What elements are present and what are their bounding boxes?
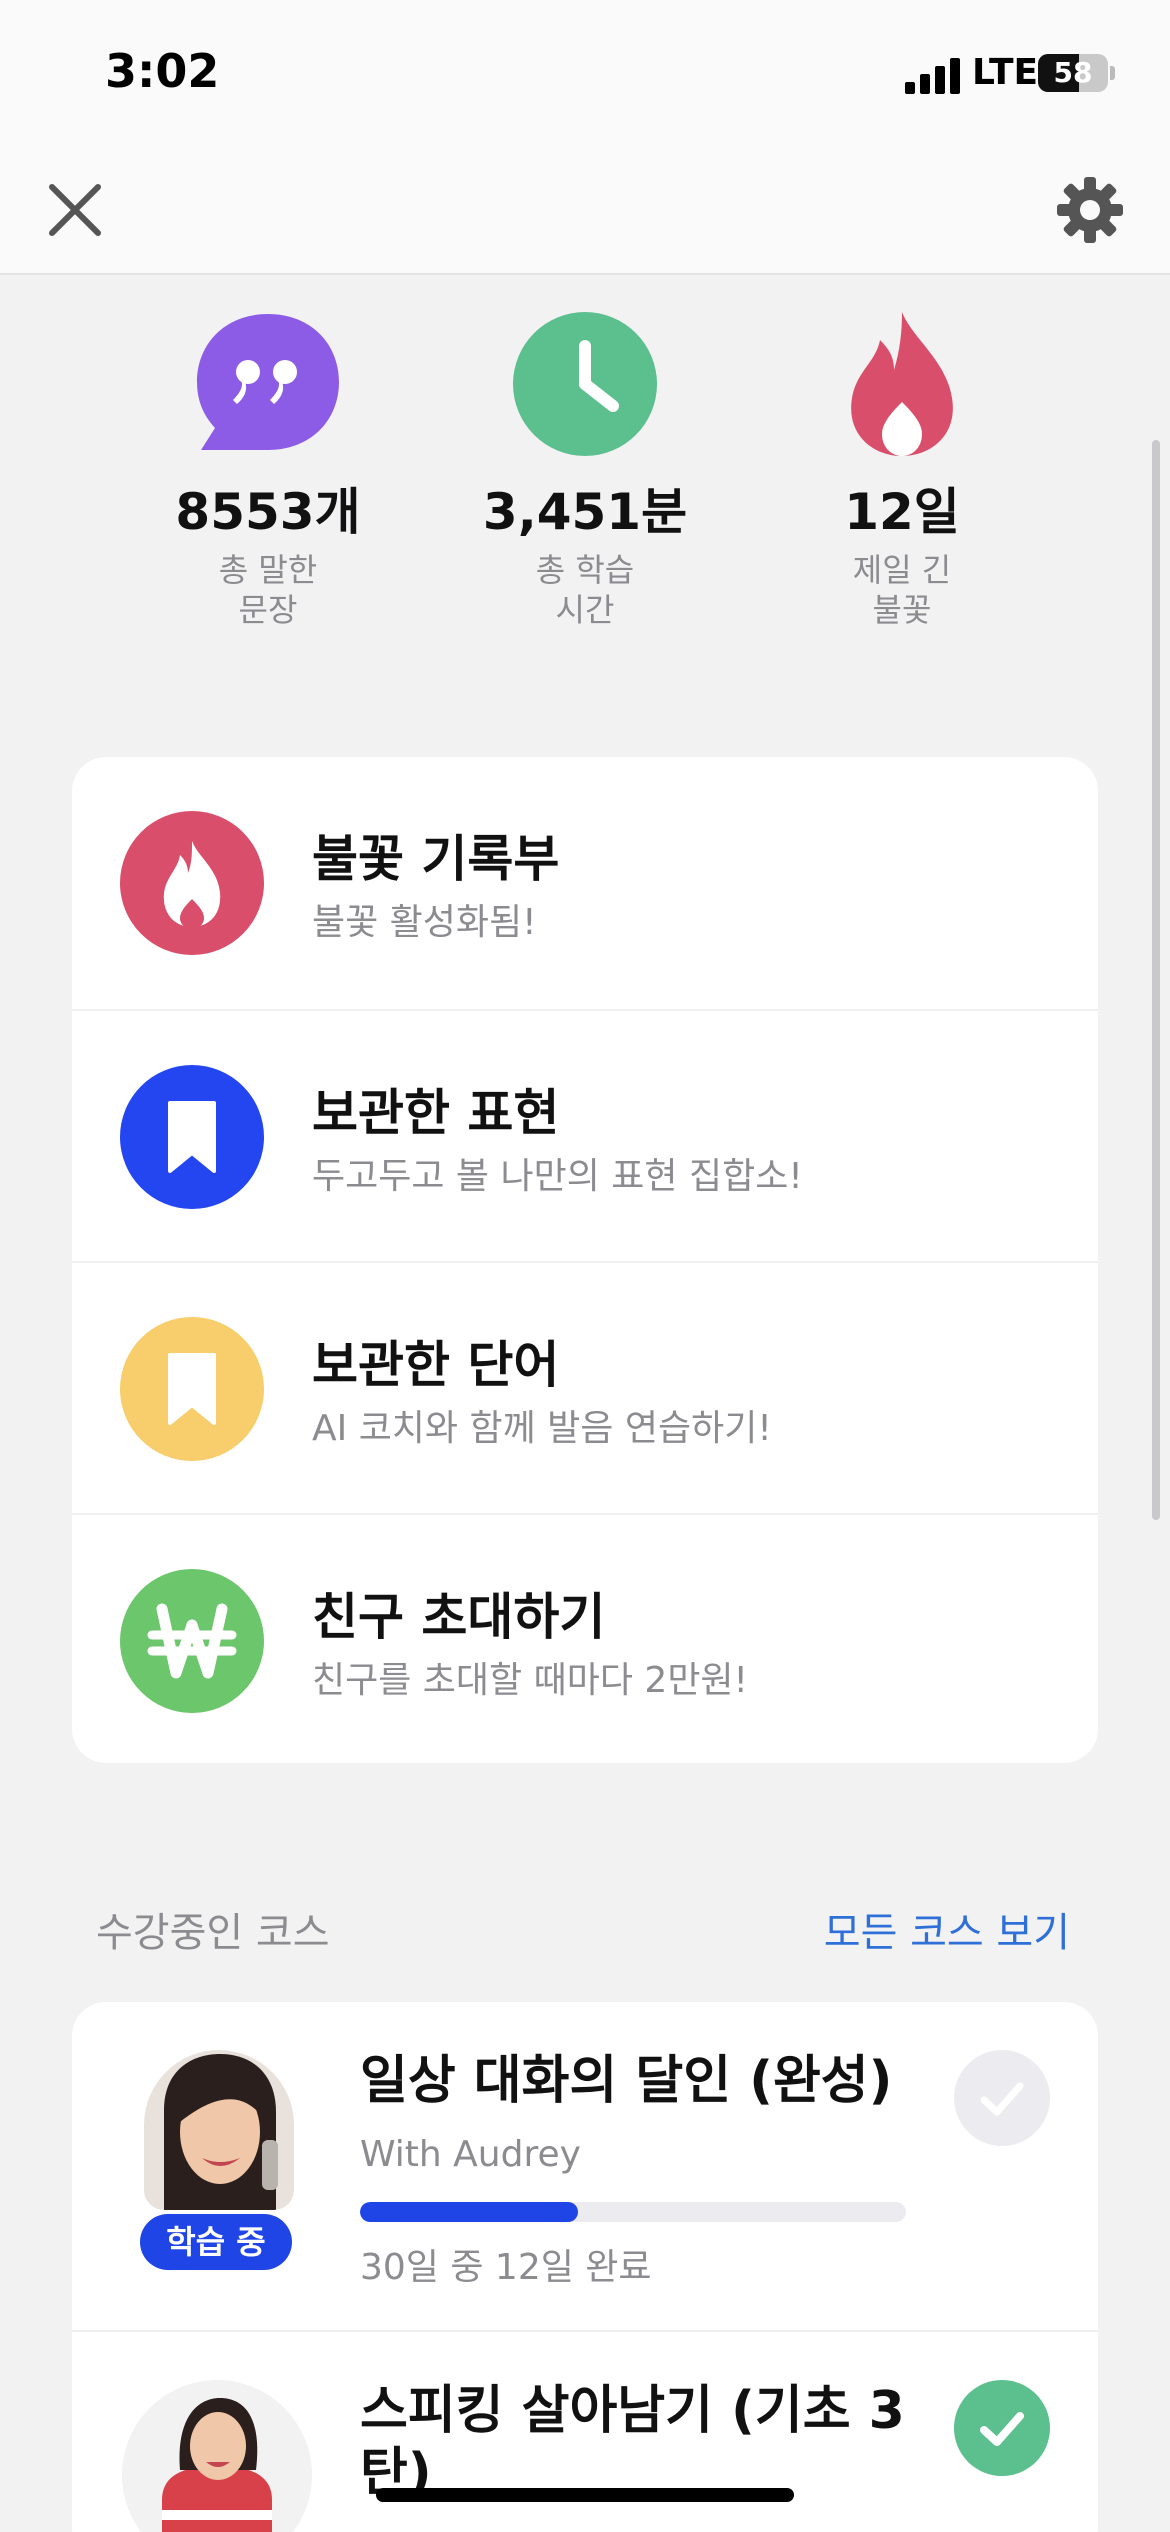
quote-bubble-icon [197,314,339,450]
view-all-courses-link[interactable]: 모든 코스 보기 [824,1900,1070,1958]
stat-label: 총 말한 문장 [218,551,318,629]
section-title: 수강중인 코스 [96,1910,330,1956]
course-title: 일상 대화의 달인 (완성) [360,2051,893,2111]
top-bar [0,150,1170,275]
course-progress-text: 30일 중 12일 완료 [360,2247,652,2288]
teacher-photo [122,2380,312,2532]
bookmark-icon [120,1317,264,1461]
home-indicator [376,2488,794,2502]
learning-badge: 학습 중 [140,2214,292,2270]
menu-item-subtitle: AI 코치와 함께 발음 연습하기! [312,1408,772,1449]
course-item[interactable]: 학습 중 일상 대화의 달인 (완성) With Audrey 30일 중 12… [72,2002,1098,2330]
menu-item-title: 보관한 단어 [312,1336,560,1394]
course-list: 학습 중 일상 대화의 달인 (완성) With Audrey 30일 중 12… [72,2002,1098,2532]
menu-item-subtitle: 불꽃 활성화됨! [312,902,537,943]
close-icon [49,184,101,236]
course-title: 스피킹 살아남기 (기초 3탄) [360,2381,905,2503]
course-teacher: With Audrey [360,2134,581,2175]
menu-item-subtitle: 두고두고 볼 나만의 표현 집합소! [312,1156,803,1197]
menu-item-title: 보관한 표현 [312,1084,560,1142]
menu-item-saved-expressions[interactable]: 보관한 표현 두고두고 볼 나만의 표현 집합소! [72,1009,1098,1261]
stat-value: 8553개 [175,483,361,541]
menu-item-invite-friends[interactable]: 친구 초대하기 친구를 초대할 때마다 2만원! [72,1513,1098,1763]
signal-icon [905,58,965,94]
settings-button[interactable] [1055,175,1125,245]
check-icon [980,2412,1024,2446]
scrollbar[interactable] [1152,440,1160,1520]
stat-label: 제일 긴 불꽃 [852,551,952,629]
menu-item-saved-words[interactable]: 보관한 단어 AI 코치와 함께 발음 연습하기! [72,1261,1098,1513]
teacher-photo [144,2050,294,2210]
menu-item-title: 불꽃 기록부 [312,830,560,888]
won-icon [120,1569,264,1713]
stat-value: 3,451분 [482,483,688,541]
stat-value: 12일 [844,483,960,541]
course-progress-bar [360,2202,906,2222]
clock-icon [513,312,657,456]
course-complete-toggle[interactable] [954,2050,1050,2146]
status-time: 3:02 [105,44,220,98]
flame-icon [851,312,953,456]
battery-percent: 58 [1053,56,1093,89]
menu-card: 불꽃 기록부 불꽃 활성화됨! 보관한 표현 두고두고 볼 나만의 표현 집합소… [72,757,1098,1763]
status-bar: 3:02 LTE 58 [0,0,1170,150]
stat-label: 총 학습 시간 [535,551,635,629]
gear-icon [1057,177,1123,243]
stat-longest-streak: 12일 제일 긴 불꽃 [772,310,1032,630]
battery-icon: 58 [1038,54,1108,92]
check-icon [980,2082,1024,2116]
bookmark-icon [120,1065,264,1209]
course-complete-toggle[interactable] [954,2380,1050,2476]
stat-study-time: 3,451분 총 학습 시간 [455,310,715,630]
network-type: LTE [972,52,1039,93]
menu-item-subtitle: 친구를 초대할 때마다 2만원! [312,1660,748,1701]
flame-icon [120,811,264,955]
stat-sentences: 8553개 총 말한 문장 [138,310,398,630]
menu-item-streak-record[interactable]: 불꽃 기록부 불꽃 활성화됨! [72,757,1098,1009]
menu-item-title: 친구 초대하기 [312,1588,606,1646]
course-progress-fill [360,2202,579,2222]
battery-cap [1110,66,1115,80]
close-button[interactable] [40,175,110,245]
